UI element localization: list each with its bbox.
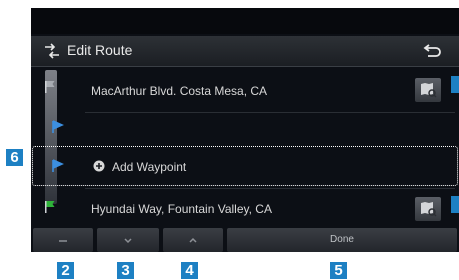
destination-address: Hyundai Way, Fountain Valley, CA: [91, 202, 272, 216]
map-search-icon: [421, 202, 437, 217]
header-bar: Edit Route: [31, 36, 459, 67]
move-up-button[interactable]: [163, 228, 223, 252]
navigation-screen: Edit Route MacArthur Blvd. Costa Mesa, C…: [31, 8, 459, 252]
chevron-up-icon: [189, 237, 197, 243]
back-arrow-icon: [423, 44, 441, 57]
status-strip: [31, 8, 459, 34]
row-divider: [85, 188, 455, 189]
done-button[interactable]: Done: [227, 228, 457, 252]
start-address: MacArthur Blvd. Costa Mesa, CA: [91, 84, 268, 98]
edit-route-icon: [45, 43, 59, 59]
add-waypoint-label: Add Waypoint: [112, 160, 187, 174]
callout-5: 5: [330, 262, 347, 279]
row-divider: [85, 112, 455, 113]
waypoint-flag-icon: [52, 159, 64, 172]
back-button[interactable]: [417, 40, 447, 62]
bottom-button-bar: Done: [31, 228, 459, 252]
start-flag-icon: [45, 81, 55, 93]
move-down-button[interactable]: [97, 228, 159, 252]
callout-3: 3: [117, 262, 134, 279]
minus-icon: [59, 240, 67, 242]
callout-2: 2: [57, 262, 74, 279]
route-start-row[interactable]: MacArthur Blvd. Costa Mesa, CA: [31, 70, 459, 112]
destination-flag-icon: [45, 201, 55, 213]
start-map-button[interactable]: [415, 78, 441, 102]
chevron-down-icon: [124, 238, 132, 244]
map-search-icon: [421, 83, 437, 98]
callout-edge-bottom: [451, 196, 459, 213]
add-circle-icon: [93, 160, 105, 172]
route-destination-row[interactable]: Hyundai Way, Fountain Valley, CA: [31, 192, 459, 226]
waypoint-marker-icon: [52, 120, 64, 133]
add-waypoint-row[interactable]: Add Waypoint: [31, 148, 459, 184]
page-title: Edit Route: [67, 42, 133, 58]
delete-button[interactable]: [33, 228, 93, 252]
destination-map-button[interactable]: [415, 197, 441, 221]
callout-4: 4: [181, 262, 198, 279]
callout-6: 6: [6, 149, 23, 166]
callout-edge-top: [451, 76, 459, 93]
